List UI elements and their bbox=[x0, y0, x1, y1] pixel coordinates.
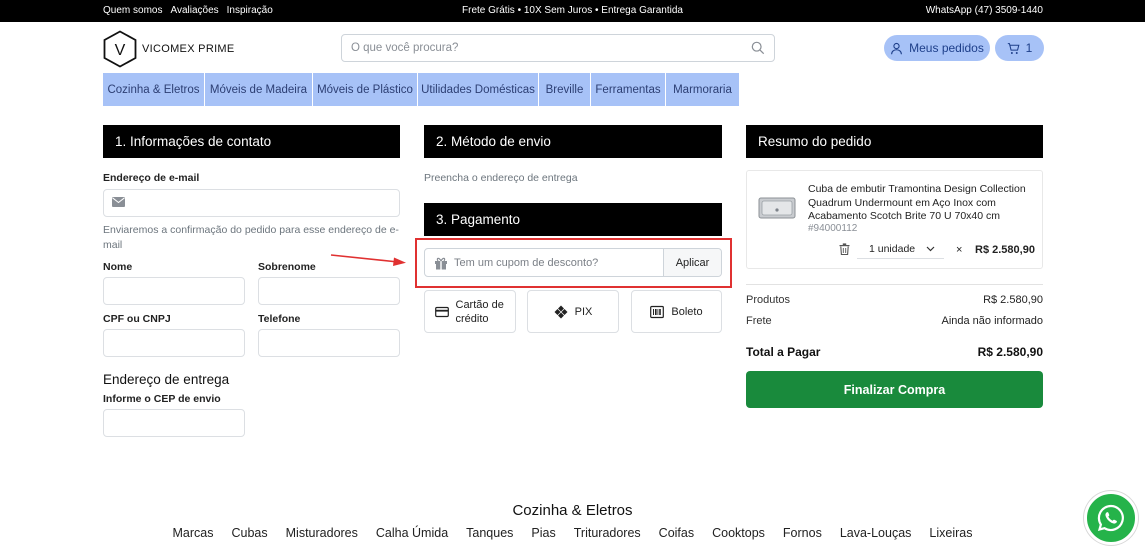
footer-link-trituradores[interactable]: Trituradores bbox=[574, 526, 641, 540]
email-help-text: Enviaremos a confirmação do pedido para … bbox=[103, 224, 399, 251]
search-icon[interactable] bbox=[751, 41, 765, 55]
quantity-select[interactable]: 1 unidade bbox=[857, 240, 944, 259]
credit-card-icon bbox=[434, 306, 449, 317]
pay-credit-card-button[interactable]: Cartão de crédito bbox=[424, 290, 516, 333]
shipping-label: Frete bbox=[746, 315, 772, 327]
category-breville[interactable]: Breville bbox=[539, 73, 590, 106]
shipping-row: Frete Ainda não informado bbox=[746, 315, 1043, 327]
logo[interactable]: V VICOMEX PRIME bbox=[102, 30, 235, 68]
footer-link-cubas[interactable]: Cubas bbox=[232, 526, 268, 540]
search-input[interactable] bbox=[342, 35, 732, 61]
barcode-icon bbox=[650, 305, 665, 318]
credit-card-label: Cartão de crédito bbox=[455, 298, 504, 325]
product-name[interactable]: Cuba de embutir Tramontina Design Collec… bbox=[808, 183, 1038, 224]
summary-divider bbox=[746, 284, 1043, 285]
summary-section-title: Resumo do pedido bbox=[746, 125, 1043, 158]
zip-field[interactable] bbox=[103, 409, 245, 437]
pay-pix-button[interactable]: PIX bbox=[527, 290, 619, 333]
times-sign: × bbox=[956, 244, 963, 256]
pix-label: PIX bbox=[574, 305, 593, 318]
phone-label: Telefone bbox=[258, 313, 301, 325]
trash-icon[interactable] bbox=[839, 243, 850, 255]
coupon-input[interactable] bbox=[454, 249, 663, 276]
footer-link-calha-umida[interactable]: Calha Úmida bbox=[376, 526, 448, 540]
pay-boleto-button[interactable]: Boleto bbox=[631, 290, 722, 333]
top-bar: Quem somos Avaliações Inspiração Frete G… bbox=[0, 0, 1145, 22]
category-cozinha-eletros[interactable]: Cozinha & Eletros bbox=[103, 73, 204, 106]
shipping-address-title: Endereço de entrega bbox=[103, 372, 230, 387]
shipping-section-title: 2. Método de envio bbox=[424, 125, 722, 158]
apply-coupon-button[interactable]: Aplicar bbox=[663, 249, 721, 276]
category-utilidades-domesticas[interactable]: Utilidades Domésticas bbox=[418, 73, 538, 106]
category-ferramentas[interactable]: Ferramentas bbox=[591, 73, 665, 106]
zip-label: Informe o CEP de envio bbox=[103, 393, 221, 405]
whatsapp-link[interactable]: WhatsApp (47) 3509-1440 bbox=[926, 5, 1043, 16]
cart-button[interactable]: 1 bbox=[995, 35, 1044, 61]
my-orders-button[interactable]: Meus pedidos bbox=[884, 35, 990, 61]
footer-link-misturadores[interactable]: Misturadores bbox=[286, 526, 358, 540]
payment-section-title: 3. Pagamento bbox=[424, 203, 722, 236]
coupon-group: Aplicar bbox=[424, 248, 722, 277]
footer-link-lava-loucas[interactable]: Lava-Louças bbox=[840, 526, 912, 540]
arrow-icon bbox=[330, 254, 406, 266]
shipping-value: Ainda não informado bbox=[941, 315, 1043, 327]
cart-icon bbox=[1007, 42, 1020, 54]
chevron-down-icon bbox=[926, 246, 935, 252]
whatsapp-icon bbox=[1097, 504, 1124, 532]
footer-link-marcas[interactable]: Marcas bbox=[173, 526, 214, 540]
footer-links: Marcas Cubas Misturadores Calha Úmida Ta… bbox=[0, 526, 1145, 540]
footer-link-lixeiras[interactable]: Lixeiras bbox=[929, 526, 972, 540]
brand-name: VICOMEX PRIME bbox=[142, 43, 235, 55]
shipping-hint: Preencha o endereço de entrega bbox=[424, 172, 578, 184]
last-name-label: Sobrenome bbox=[258, 261, 316, 273]
category-marmoraria[interactable]: Marmoraria bbox=[666, 73, 739, 106]
first-name-label: Nome bbox=[103, 261, 133, 273]
product-sku: #94000112 bbox=[808, 223, 858, 234]
footer-link-coifas[interactable]: Coifas bbox=[659, 526, 694, 540]
email-field[interactable] bbox=[103, 189, 400, 217]
footer-link-pias[interactable]: Pias bbox=[531, 526, 555, 540]
products-row: Produtos R$ 2.580,90 bbox=[746, 294, 1043, 306]
footer-link-tanques[interactable]: Tanques bbox=[466, 526, 513, 540]
first-name-field[interactable] bbox=[103, 277, 245, 305]
quantity-value: 1 unidade bbox=[869, 243, 916, 255]
contact-section-title: 1. Informações de contato bbox=[103, 125, 400, 158]
category-moveis-plastico[interactable]: Móveis de Plástico bbox=[313, 73, 417, 106]
footer-link-fornos[interactable]: Fornos bbox=[783, 526, 822, 540]
whatsapp-floating-button[interactable] bbox=[1084, 491, 1138, 545]
last-name-field[interactable] bbox=[258, 277, 400, 305]
gift-icon bbox=[435, 257, 447, 270]
products-value: R$ 2.580,90 bbox=[983, 294, 1043, 306]
svg-text:V: V bbox=[115, 42, 126, 59]
search-bar bbox=[341, 34, 775, 62]
sink-product-image bbox=[758, 197, 796, 219]
user-icon bbox=[891, 42, 903, 54]
boleto-label: Boleto bbox=[671, 305, 703, 318]
pix-icon bbox=[554, 305, 568, 318]
document-label: CPF ou CNPJ bbox=[103, 313, 171, 325]
document-field[interactable] bbox=[103, 329, 245, 357]
total-row: Total a Pagar R$ 2.580,90 bbox=[746, 345, 1043, 359]
total-label: Total a Pagar bbox=[746, 345, 821, 359]
cart-count: 1 bbox=[1025, 41, 1033, 55]
footer-title: Cozinha & Eletros bbox=[512, 502, 633, 519]
item-price: R$ 2.580,90 bbox=[975, 244, 1035, 256]
email-label: Endereço de e-mail bbox=[103, 172, 200, 184]
category-moveis-madeira[interactable]: Móveis de Madeira bbox=[205, 73, 312, 106]
envelope-icon bbox=[112, 197, 125, 207]
finish-purchase-button[interactable]: Finalizar Compra bbox=[746, 371, 1043, 408]
my-orders-label: Meus pedidos bbox=[909, 41, 984, 55]
total-value: R$ 2.580,90 bbox=[977, 345, 1043, 359]
footer-link-cooktops[interactable]: Cooktops bbox=[712, 526, 765, 540]
phone-field[interactable] bbox=[258, 329, 400, 357]
products-label: Produtos bbox=[746, 294, 791, 306]
hexagon-logo-icon: V bbox=[103, 30, 137, 68]
category-nav: Cozinha & Eletros Móveis de Madeira Móve… bbox=[103, 73, 739, 106]
